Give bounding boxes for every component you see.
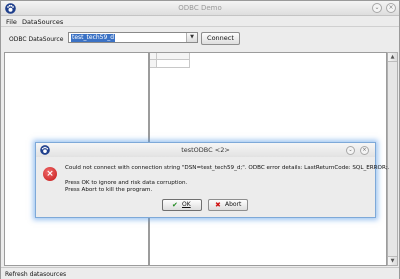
dropdown-button[interactable]: ▼: [186, 33, 197, 42]
grid-column-header[interactable]: [157, 53, 190, 60]
menu-bar: File DataSources: [1, 16, 399, 27]
close-button[interactable]: ×: [386, 3, 396, 13]
dialog-title-bar[interactable]: testODBC <2> ⌄ ×: [36, 143, 375, 157]
dialog-title: testODBC <2>: [181, 146, 230, 154]
arrow-up-icon: ▲: [390, 54, 395, 60]
menu-file[interactable]: File: [6, 18, 17, 26]
error-message-line: Press OK to ignore and risk data corrupt…: [65, 180, 188, 186]
status-bar: Refresh datasources: [1, 267, 399, 279]
abort-button-label: Abort: [225, 201, 242, 208]
error-message-line: Press Abort to kill the program.: [65, 187, 153, 193]
error-icon: ×: [43, 167, 57, 181]
grid-corner-cell[interactable]: [150, 53, 157, 60]
main-window: ODBC Demo ⌄ × File DataSources ODBC Data…: [0, 0, 400, 279]
vertical-scrollbar[interactable]: ▲ ▼: [387, 52, 398, 266]
chevron-down-icon: ▼: [190, 34, 194, 40]
minimize-button[interactable]: ⌄: [372, 3, 382, 13]
ok-button[interactable]: ✔ OK: [162, 199, 202, 211]
menu-datasources[interactable]: DataSources: [22, 18, 63, 26]
ok-button-label: OK: [182, 201, 191, 208]
checkmark-icon: ✔: [172, 201, 178, 209]
scroll-up-button[interactable]: ▲: [388, 53, 397, 62]
connect-button[interactable]: Connect: [201, 32, 240, 45]
chevron-down-icon: ⌄: [348, 147, 353, 153]
error-message-line: Could not connect with connection string…: [65, 165, 390, 171]
dialog-minimize-button[interactable]: ⌄: [346, 146, 355, 155]
abort-button[interactable]: ✖ Abort: [208, 199, 248, 211]
grid-row-header[interactable]: [150, 60, 157, 68]
datasource-label: ODBC DataSource: [9, 36, 64, 43]
status-text: Refresh datasources: [5, 271, 67, 278]
close-icon: ×: [362, 147, 367, 153]
datasource-selected-value: test_tech59_d: [71, 34, 116, 42]
cross-icon: ✖: [215, 201, 221, 209]
scroll-down-button[interactable]: ▼: [388, 256, 397, 265]
close-icon: ×: [388, 4, 394, 11]
error-dialog: testODBC <2> ⌄ × × Could not connect wit…: [35, 142, 390, 218]
window-title: ODBC Demo: [178, 4, 222, 12]
chevron-down-icon: ⌄: [374, 4, 380, 11]
dialog-close-button[interactable]: ×: [360, 146, 369, 155]
datasource-combobox[interactable]: test_tech59_d ▼: [68, 32, 198, 43]
title-bar[interactable]: ODBC Demo ⌄ ×: [1, 1, 399, 16]
grid-cell[interactable]: [157, 60, 190, 68]
arrow-down-icon: ▼: [390, 258, 395, 264]
